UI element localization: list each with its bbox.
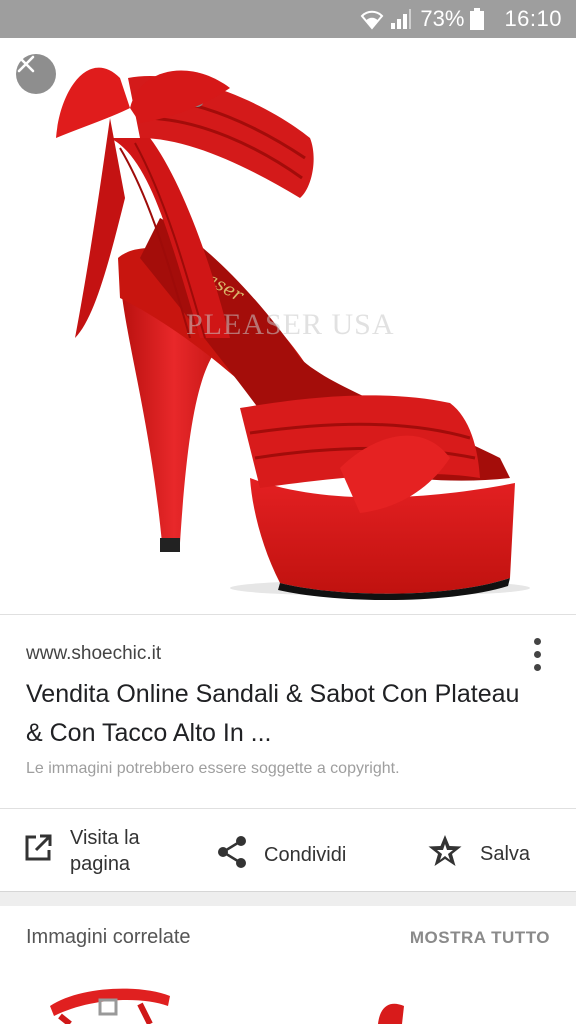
save-label: Salva	[480, 843, 531, 865]
wifi-icon	[360, 8, 384, 30]
copyright-notice: Le immagini potrebbero essere soggette a…	[26, 760, 400, 777]
image-viewer[interactable]: Pleaser PLEASER USA	[0, 38, 576, 614]
star-outline-icon	[426, 833, 464, 875]
more-vert-dot	[533, 650, 541, 658]
related-thumbnail[interactable]	[40, 976, 180, 1024]
battery-icon	[470, 8, 485, 30]
visit-page-label: Visita la pagina	[70, 827, 140, 875]
watermark: PLEASER USA	[186, 308, 395, 341]
more-options-button[interactable]	[522, 634, 552, 674]
related-thumbnail[interactable]	[370, 976, 410, 1024]
action-bar: Visita la pagina Condividi Salva	[0, 808, 576, 892]
visit-page-button[interactable]: Visita la pagina	[22, 825, 160, 877]
share-icon	[216, 835, 248, 875]
show-all-button[interactable]: MOSTRA TUTTO	[410, 928, 550, 948]
close-button[interactable]	[16, 54, 56, 94]
related-images-title: Immagini correlate	[26, 926, 191, 948]
result-info-card: www.shoechic.it Vendita Online Sandali &…	[0, 614, 576, 808]
clock: 16:10	[504, 6, 562, 31]
more-vert-dot	[533, 663, 541, 671]
battery-percent: 73%	[420, 6, 465, 31]
share-label: Condividi	[264, 844, 347, 866]
open-in-new-icon	[22, 832, 54, 870]
save-button[interactable]: Salva	[426, 833, 530, 875]
related-images-section: Immagini correlate MOSTRA TUTTO	[0, 906, 576, 1024]
share-button[interactable]: Condividi	[216, 835, 346, 875]
result-title[interactable]: Vendita Online Sandali & Sabot Con Plate…	[26, 675, 526, 753]
more-vert-icon	[533, 637, 541, 645]
source-domain[interactable]: www.shoechic.it	[26, 643, 161, 665]
signal-icon	[390, 9, 412, 29]
status-bar: 73% 16:10	[0, 0, 576, 38]
